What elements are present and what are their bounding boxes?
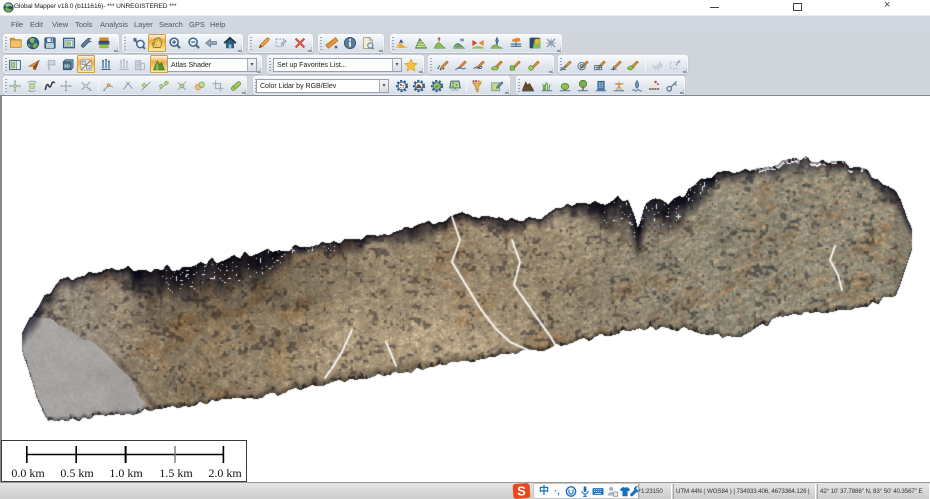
svg-text:0.5 km: 0.5 km xyxy=(60,466,94,480)
svg-text:0.0 km: 0.0 km xyxy=(11,466,45,480)
svg-text:2.0 km: 2.0 km xyxy=(208,466,242,480)
svg-text:1.0 km: 1.0 km xyxy=(109,466,143,480)
svg-text:1.5 km: 1.5 km xyxy=(159,466,193,480)
svg-text:S: S xyxy=(517,484,526,499)
svg-text:3D: 3D xyxy=(64,63,71,69)
